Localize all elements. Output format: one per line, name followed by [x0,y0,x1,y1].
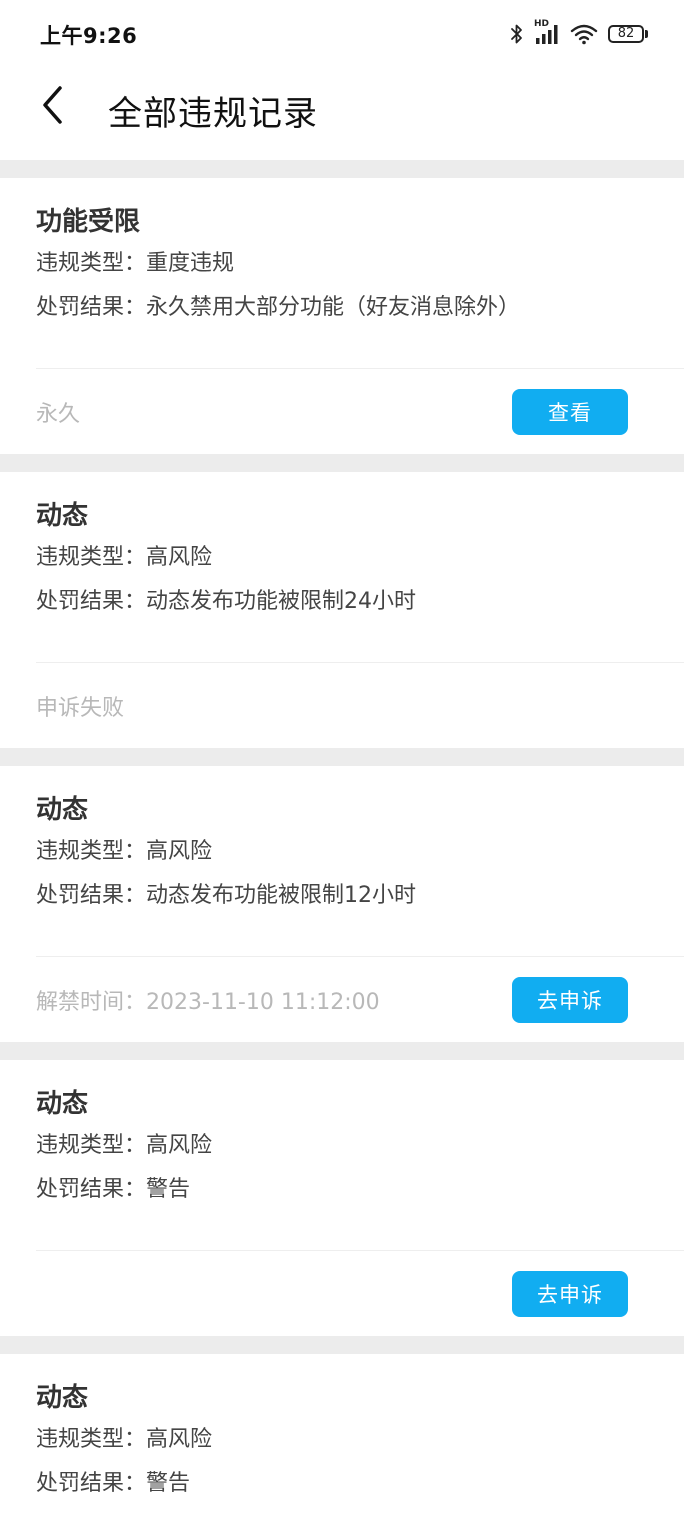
violation-record-card: 动态 违规类型：高风险 处罚结果：警告 [0,1354,684,1524]
record-status: 解禁时间：2023-11-10 11:12:00 [36,984,380,1016]
penalty-result-line: 处罚结果：动态发布功能被限制24小时 [36,582,654,622]
penalty-result-value: 动态发布功能被限制24小时 [146,589,417,614]
violation-type-line: 违规类型：高风险 [36,1420,654,1460]
penalty-result-line: 处罚结果：警告 [36,1170,654,1210]
violation-record-list: 功能受限 违规类型：重度违规 处罚结果：永久禁用大部分功能（好友消息除外） 永久… [0,160,684,1524]
record-status-value: 永久 [36,401,81,427]
violation-type-value: 高风险 [146,545,213,570]
violation-type-value: 高风险 [146,839,213,864]
status-time: 上午9:26 [40,24,138,48]
record-status-value: 申诉失败 [36,695,125,721]
violation-record-card: 动态 违规类型：高风险 处罚结果：动态发布功能被限制12小时 解禁时间：2023… [0,766,684,1042]
record-title: 动态 [36,1089,89,1119]
status-icons: HD 82 [500,19,648,48]
violation-type-line: 违规类型：高风险 [36,832,654,872]
violation-type-label: 违规类型： [36,545,147,570]
penalty-result-line: 处罚结果：动态发布功能被限制12小时 [36,876,654,916]
view-button[interactable]: 查看 [512,388,628,435]
battery-tip [645,30,648,38]
violation-record-card: 动态 违规类型：高风险 处罚结果：警告 去申诉 [0,1060,684,1336]
penalty-result-value: 永久禁用大部分功能（好友消息除外） [146,295,521,320]
violation-type-line: 违规类型：高风险 [36,1126,654,1166]
violation-record-card: 功能受限 违规类型：重度违规 处罚结果：永久禁用大部分功能（好友消息除外） 永久… [0,178,684,454]
violation-type-label: 违规类型： [36,1427,147,1452]
violation-type-line: 违规类型：高风险 [36,538,654,578]
card-footer: 申诉失败 [36,663,628,748]
signal-icon: HD [534,19,560,45]
record-status: 申诉失败 [36,690,124,722]
appeal-button[interactable]: 去申诉 [512,1270,628,1317]
unban-time-label: 解禁时间： [36,989,147,1015]
violation-type-line: 违规类型：重度违规 [36,244,654,284]
violation-type-label: 违规类型： [36,1133,147,1158]
back-button[interactable] [28,80,78,130]
record-title: 动态 [36,795,89,825]
wifi-icon [570,23,598,45]
card-footer: 去申诉 [36,1251,628,1336]
bluetooth-icon [510,23,524,45]
violation-type-label: 违规类型： [36,251,147,276]
record-title: 动态 [36,501,89,531]
penalty-result-line: 处罚结果：警告 [36,1464,654,1504]
status-bar: 上午9:26 HD 82 [0,0,684,66]
penalty-result-label: 处罚结果： [36,883,147,908]
network-type-label: HD [534,19,550,29]
violation-record-card: 动态 违规类型：高风险 处罚结果：动态发布功能被限制24小时 申诉失败 [0,472,684,748]
violation-type-value: 高风险 [146,1427,213,1452]
penalty-result-line: 处罚结果：永久禁用大部分功能（好友消息除外） [36,288,654,328]
violation-type-value: 重度违规 [146,251,235,276]
penalty-result-label: 处罚结果： [36,1471,147,1496]
penalty-result-label: 处罚结果： [36,1177,147,1202]
page-header: 全部违规记录 [0,66,684,160]
card-footer: 永久 查看 [36,369,628,454]
record-title: 功能受限 [36,207,141,237]
violation-type-label: 违规类型： [36,839,147,864]
appeal-button[interactable]: 去申诉 [512,976,628,1023]
page-title: 全部违规记录 [108,94,318,134]
card-footer: 解禁时间：2023-11-10 11:12:00 去申诉 [36,957,628,1042]
unban-time-value: 2023-11-10 11:12:00 [146,989,380,1015]
penalty-result-label: 处罚结果： [36,589,147,614]
violation-type-value: 高风险 [146,1133,213,1158]
record-title: 动态 [36,1383,89,1413]
battery-level: 82 [608,25,644,43]
penalty-result-value: 动态发布功能被限制12小时 [146,883,417,908]
penalty-result-value: 警告 [146,1177,191,1202]
chevron-left-icon [43,86,62,124]
battery-icon: 82 [608,25,648,43]
record-status: 永久 [36,396,80,428]
penalty-result-label: 处罚结果： [36,295,147,320]
penalty-result-value: 警告 [146,1471,191,1496]
